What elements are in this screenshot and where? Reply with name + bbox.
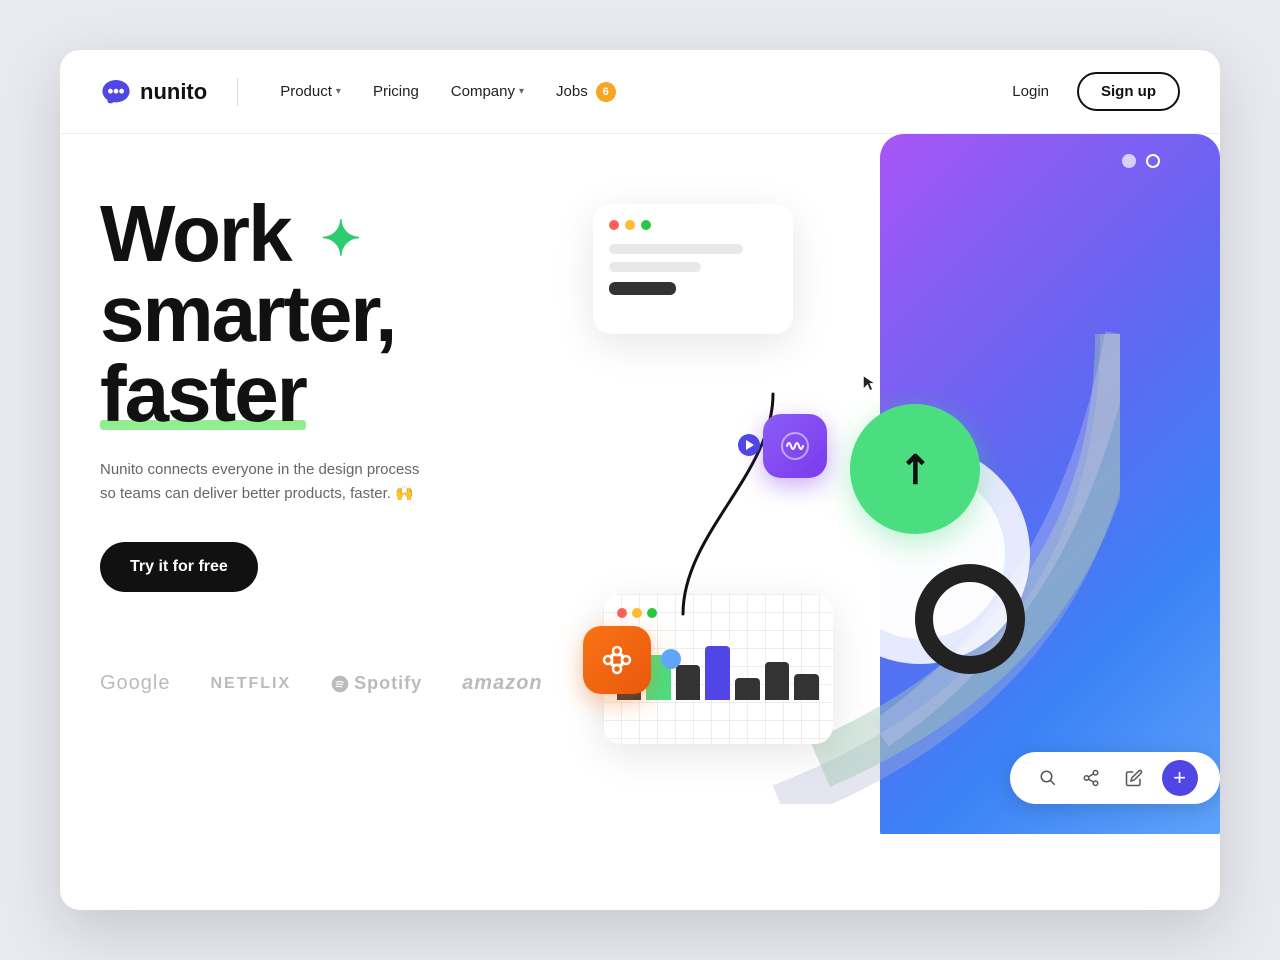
amazon-logo: amazon xyxy=(462,672,542,695)
bar-6 xyxy=(765,662,790,700)
nav-divider xyxy=(237,78,238,106)
card-line-short xyxy=(609,282,676,295)
card-line-medium xyxy=(609,262,701,272)
command-svg xyxy=(599,642,635,678)
nav-item-pricing[interactable]: Pricing xyxy=(361,75,431,108)
browser-window: nunito Product ▾ Pricing Company ▾ Jobs … xyxy=(60,50,1220,910)
orange-command-icon xyxy=(583,626,651,694)
spotify-logo: Spotify xyxy=(331,673,422,694)
hero-illustration: + ↗ xyxy=(543,174,1180,804)
hero-description: Nunito connects everyone in the design p… xyxy=(100,458,420,506)
arrow-icon: ↗ xyxy=(887,441,943,497)
card-line-long xyxy=(609,244,743,254)
dot-yellow xyxy=(625,220,635,230)
play-dot xyxy=(738,434,760,456)
try-it-free-button[interactable]: Try it for free xyxy=(100,542,258,592)
logo-icon xyxy=(100,76,132,108)
logo-area[interactable]: nunito xyxy=(100,76,207,108)
add-button[interactable]: + xyxy=(1162,760,1198,796)
edit-toolbar-icon[interactable] xyxy=(1119,763,1149,793)
green-circle: ↗ xyxy=(850,404,980,534)
card-top xyxy=(593,204,793,334)
search-toolbar-icon[interactable] xyxy=(1033,763,1063,793)
nav-item-product[interactable]: Product ▾ xyxy=(268,75,353,108)
nav-item-company[interactable]: Company ▾ xyxy=(439,75,536,108)
sparkle-icon: ✦ xyxy=(321,213,359,266)
nav-links: Product ▾ Pricing Company ▾ Jobs 6 xyxy=(268,74,1000,110)
hero-title: Work ✦ smarter, faster xyxy=(100,194,543,434)
nav-item-jobs[interactable]: Jobs 6 xyxy=(544,74,628,110)
bar-7 xyxy=(794,674,819,700)
jobs-badge: 6 xyxy=(596,82,616,102)
purple-waveform-icon xyxy=(763,414,827,478)
dark-ring xyxy=(915,564,1025,674)
bar-5 xyxy=(735,678,760,700)
logo-text: nunito xyxy=(140,79,207,105)
waveform-svg xyxy=(779,430,811,462)
hero-left: Work ✦ smarter, faster Nunito connects e… xyxy=(100,174,543,804)
dot-green-light xyxy=(641,220,651,230)
signup-button[interactable]: Sign up xyxy=(1077,72,1180,111)
dot-white xyxy=(1122,154,1136,168)
nav-actions: Login Sign up xyxy=(1000,72,1180,111)
share-toolbar-icon[interactable] xyxy=(1076,763,1106,793)
bottom-toolbar: + xyxy=(1010,752,1220,804)
dot-red xyxy=(609,220,619,230)
dot-hollow xyxy=(1146,154,1160,168)
card-traffic-lights xyxy=(609,220,777,230)
cursor-pointer-icon xyxy=(860,374,880,394)
hero-section: Work ✦ smarter, faster Nunito connects e… xyxy=(60,134,1220,834)
connecting-path xyxy=(603,354,853,654)
small-blue-dot xyxy=(661,649,681,669)
brand-logos: Google NETFLIX Spotify amazon xyxy=(100,652,543,695)
login-button[interactable]: Login xyxy=(1000,75,1061,108)
top-dots xyxy=(1122,154,1160,168)
chevron-down-icon: ▾ xyxy=(336,86,341,97)
bar-3 xyxy=(676,665,701,700)
netflix-logo: NETFLIX xyxy=(211,675,292,693)
navbar: nunito Product ▾ Pricing Company ▾ Jobs … xyxy=(60,50,1220,134)
chevron-down-icon: ▾ xyxy=(519,86,524,97)
spotify-icon xyxy=(331,675,349,693)
google-logo: Google xyxy=(100,672,171,695)
